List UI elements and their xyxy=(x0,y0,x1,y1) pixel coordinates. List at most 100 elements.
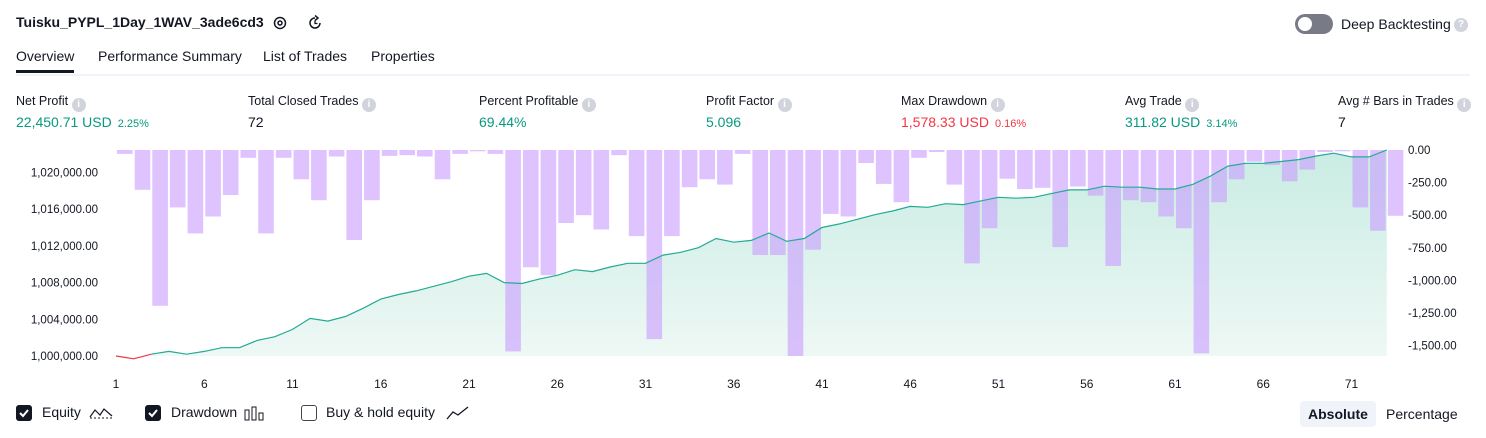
x-axis-tick-label: 46 xyxy=(904,377,918,390)
metric-value: 5.096 xyxy=(706,114,742,130)
left-axis-tick-label: 1,008,000.00 xyxy=(31,278,98,290)
drawdown-bar xyxy=(1158,150,1174,217)
metric-percent-profitable: Percent Profitable i 69.44% xyxy=(479,94,596,130)
drawdown-legend-label: Drawdown xyxy=(171,404,238,420)
deep-backtesting-toggle[interactable] xyxy=(1295,14,1333,34)
right-axis-tick-label: -250.00 xyxy=(1408,178,1447,190)
info-icon[interactable]: i xyxy=(990,98,1005,112)
info-icon[interactable]: i xyxy=(777,98,792,112)
right-axis-tick-label: -500.00 xyxy=(1408,210,1447,222)
metric-label: Avg Trade xyxy=(1125,94,1182,108)
help-icon[interactable]: ? xyxy=(1454,18,1468,32)
equity-loss-line xyxy=(115,353,152,360)
drawdown-bar xyxy=(1281,150,1298,182)
drawdown-bar xyxy=(152,150,168,306)
metric-value: 1,578.33 USD xyxy=(901,114,989,130)
metric-avg-bars-in-trades: Avg # Bars in Trades i 7 xyxy=(1338,94,1472,130)
drawdown-bar xyxy=(258,150,274,234)
metric-value: 22,450.71 USD xyxy=(16,114,112,130)
drawdown-bar xyxy=(928,150,945,152)
metric-label: Max Drawdown xyxy=(901,94,988,108)
drawdown-bar xyxy=(434,150,451,180)
metric-label: Percent Profitable xyxy=(479,94,579,108)
left-axis-tick-label: 1,004,000.00 xyxy=(31,314,98,326)
info-icon[interactable]: i xyxy=(581,98,596,112)
drawdown-bar xyxy=(558,150,574,223)
drawdown-bar xyxy=(1052,150,1068,248)
tab-properties[interactable]: Properties xyxy=(371,48,435,64)
buy-hold-checkbox[interactable] xyxy=(301,405,317,421)
drawdown-bar xyxy=(628,150,645,237)
drawdown-bar xyxy=(681,150,698,188)
right-axis-tick-label: -1,500.00 xyxy=(1408,341,1457,353)
right-axis-tick-label: -1,250.00 xyxy=(1408,308,1457,320)
drawdown-bar xyxy=(187,150,204,234)
drawdown-bar xyxy=(293,150,310,180)
drawdown-bar xyxy=(823,150,839,214)
absolute-button[interactable]: Absolute xyxy=(1300,401,1376,427)
equity-legend-label: Equity xyxy=(42,404,81,420)
metric-label: Profit Factor xyxy=(706,94,775,108)
metric-total-closed-trades: Total Closed Trades i 72 xyxy=(248,94,376,130)
tab-performance-summary[interactable]: Performance Summary xyxy=(98,48,242,64)
drawdown-bar xyxy=(611,150,627,156)
drawdown-bar xyxy=(646,150,663,340)
drawdown-bar xyxy=(1317,150,1333,152)
drawdown-bar xyxy=(346,150,362,240)
drawdown-bar xyxy=(205,150,221,217)
drawdown-bar xyxy=(911,150,927,158)
metric-value: 69.44% xyxy=(479,114,527,130)
drawdown-bar xyxy=(1299,150,1316,170)
right-axis-tick-label: -1,000.00 xyxy=(1408,275,1457,287)
info-icon[interactable]: i xyxy=(1185,98,1200,112)
drawdown-bar xyxy=(1105,150,1121,266)
drawdown-bar xyxy=(875,150,892,184)
equity-checkbox[interactable] xyxy=(16,405,32,421)
metric-profit-factor: Profit Factor i 5.096 xyxy=(706,94,792,130)
drawdown-bar xyxy=(240,150,257,158)
x-axis-tick-label: 61 xyxy=(1168,377,1182,390)
metric-max-drawdown: Max Drawdown i 1,578.33 USD 0.16% xyxy=(901,94,1026,130)
drawdown-bar xyxy=(328,150,345,157)
drawdown-bar xyxy=(117,150,133,154)
drawdown-bar xyxy=(1017,150,1033,190)
tab-overview[interactable]: Overview xyxy=(16,48,75,73)
equity-drawdown-chart[interactable]: 1,000,000.00 1,004,000.00 1,008,000.00 1,01… xyxy=(0,140,1486,390)
drawdown-bar xyxy=(399,150,415,156)
x-axis-tick-label: 56 xyxy=(1080,377,1094,390)
equity-line-icon xyxy=(89,408,113,419)
percentage-button[interactable]: Percentage xyxy=(1378,401,1466,427)
metric-label: Total Closed Trades xyxy=(248,94,359,108)
x-axis-tick-label: 66 xyxy=(1257,377,1271,390)
refresh-icon[interactable] xyxy=(306,14,324,32)
x-axis-tick-label: 6 xyxy=(201,377,208,390)
drawdown-bar xyxy=(364,150,380,201)
drawdown-bar xyxy=(417,150,433,157)
tab-list-of-trades[interactable]: List of Trades xyxy=(263,48,347,64)
info-icon[interactable]: i xyxy=(71,98,86,112)
drawdown-bar xyxy=(1352,150,1369,208)
metric-value: 7 xyxy=(1338,114,1346,130)
metric-label: Net Profit xyxy=(16,94,69,108)
x-axis-tick-label: 16 xyxy=(374,377,388,390)
settings-icon[interactable] xyxy=(272,15,288,31)
info-icon[interactable]: i xyxy=(1457,98,1472,112)
x-axis-tick-label: 36 xyxy=(727,377,741,390)
info-icon[interactable]: i xyxy=(361,98,376,112)
drawdown-bar xyxy=(575,150,592,216)
drawdown-bar xyxy=(699,150,715,180)
drawdown-bar xyxy=(858,150,874,163)
drawdown-bar xyxy=(787,150,804,356)
drawdown-checkbox[interactable] xyxy=(145,405,161,421)
drawdown-bar xyxy=(452,150,468,154)
right-axis-tick-label: -750.00 xyxy=(1408,243,1447,255)
drawdown-bar xyxy=(893,150,910,203)
drawdown-bar xyxy=(1387,150,1404,216)
drawdown-bar xyxy=(999,150,1016,179)
x-axis-tick-label: 26 xyxy=(551,377,565,390)
drawdown-bar xyxy=(981,150,998,229)
x-axis-tick-label: 31 xyxy=(639,377,653,390)
drawdown-bar xyxy=(222,150,239,195)
drawdown-bar xyxy=(1246,150,1263,162)
metric-percent: 3.14% xyxy=(1206,118,1238,130)
